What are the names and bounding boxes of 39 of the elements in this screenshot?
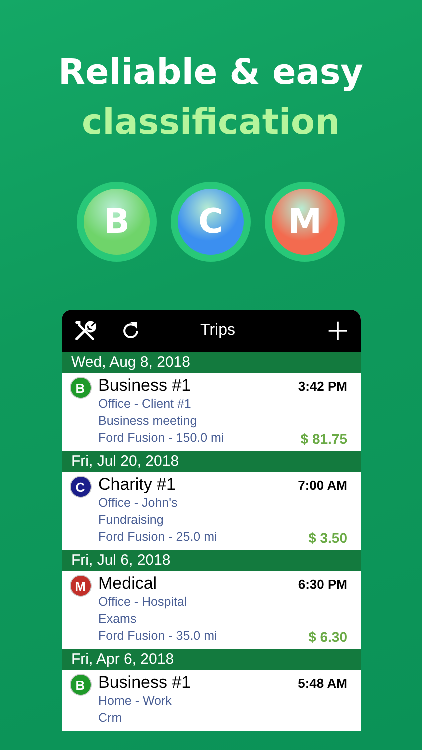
trip-time: 3:42 PM xyxy=(298,379,348,394)
category-icon: C xyxy=(70,477,90,497)
category-icon: B xyxy=(70,378,90,398)
category-badge: C xyxy=(178,189,244,255)
date-header: Fri, Apr 6, 2018 xyxy=(62,649,360,670)
trip-amount: $ 3.50 xyxy=(308,530,348,546)
trip-detail: Business meeting xyxy=(98,413,198,430)
trip-detail: Exams xyxy=(98,611,138,628)
headline: Reliable & easy xyxy=(58,52,364,95)
category-icon: M xyxy=(70,576,90,596)
trip-amount: $ 81.75 xyxy=(300,431,348,447)
category-badge: B xyxy=(84,189,150,255)
add-icon[interactable] xyxy=(326,320,348,342)
trip-time: 5:48 AM xyxy=(298,676,348,691)
trip-row[interactable]: B Business #1 Home - Work Crm 5:48 AM xyxy=(62,670,360,731)
trip-detail: Ford Fusion - 35.0 mi xyxy=(98,628,218,645)
category-icon: B xyxy=(70,675,90,695)
trip-detail: Office - Hospital xyxy=(98,594,188,611)
trip-detail: Fundraising xyxy=(98,512,165,529)
headline-accent: classification xyxy=(80,102,342,145)
trip-detail: Home - Work xyxy=(98,693,173,710)
date-header: Fri, Jul 20, 2018 xyxy=(62,451,360,472)
trip-time: 7:00 AM xyxy=(298,478,348,493)
trip-name: Business #1 xyxy=(98,673,192,693)
trip-detail: Office - John's xyxy=(98,495,179,512)
screen-title: Trips xyxy=(200,322,236,340)
trip-detail: Ford Fusion - 150.0 mi xyxy=(98,430,226,447)
trip-time: 6:30 PM xyxy=(298,577,348,592)
trip-detail: Office - Client #1 xyxy=(98,396,192,413)
trip-detail: Crm xyxy=(98,710,124,727)
trip-name: Charity #1 xyxy=(98,475,177,495)
date-header: Fri, Jul 6, 2018 xyxy=(62,550,360,571)
category-badge: M xyxy=(272,189,338,255)
settings-icon[interactable] xyxy=(74,320,96,342)
date-header: Wed, Aug 8, 2018 xyxy=(62,352,360,373)
trip-name: Medical xyxy=(98,574,158,594)
trip-amount: $ 6.30 xyxy=(308,629,348,645)
trip-detail: Ford Fusion - 25.0 mi xyxy=(98,529,218,546)
trip-name: Business #1 xyxy=(98,376,192,396)
